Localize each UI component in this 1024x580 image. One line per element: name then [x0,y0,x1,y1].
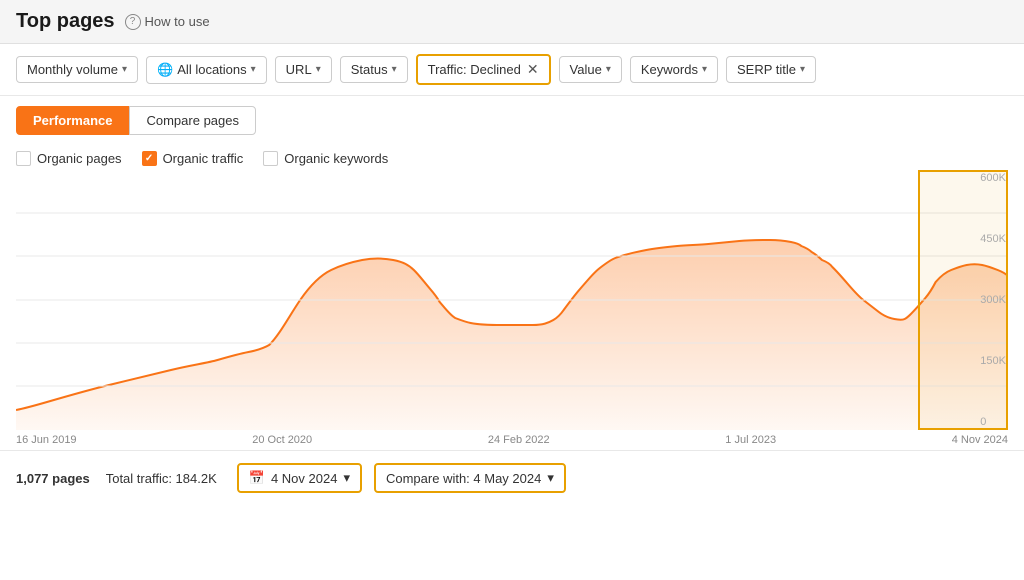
filter-label: All locations [177,62,246,77]
filter-label: Traffic: Declined [428,62,521,77]
pages-count: 1,077 pages [16,471,90,486]
total-traffic: Total traffic: 184.2K [106,471,217,486]
traffic-chart: 600K 450K 300K 150K 0 [16,170,1008,430]
how-to-use-link[interactable]: ? How to use [125,14,210,30]
filter-keywords[interactable]: Keywords ▾ [630,56,718,83]
checkbox-label-organic-pages: Organic pages [37,151,122,166]
how-to-use-label: How to use [145,14,210,29]
footer-bar: 1,077 pages Total traffic: 184.2K 📅 4 No… [0,450,1024,505]
y-label-0: 0 [980,416,1008,428]
filter-label: Keywords [641,62,698,77]
filter-value[interactable]: Value ▾ [559,56,622,83]
x-axis-labels: 16 Jun 2019 20 Oct 2020 24 Feb 2022 1 Jul 2… [0,430,1024,450]
checkbox-organic-pages[interactable]: Organic pages [16,151,122,166]
compare-date-button[interactable]: Compare with: 4 May 2024 ▾ [374,463,566,493]
filter-label: Status [351,62,388,77]
chevron-icon: ▾ [606,64,611,75]
page-header: Top pages ? How to use [0,0,1024,44]
filter-bar: Monthly volume▾🌐All locations▾URL▾Status… [0,44,1024,96]
filter-label: SERP title [737,62,796,77]
chevron-icon: ▾ [392,64,397,75]
filter-traffic-declined[interactable]: Traffic: Declined ✕ [416,54,551,85]
compare-label: Compare with: 4 May 2024 [386,471,541,486]
checkbox-organic-traffic[interactable]: Organic traffic [142,151,244,166]
x-label: 24 Feb 2022 [488,434,550,446]
tab-label: Compare pages [146,113,239,128]
checkbox-box-organic-keywords [263,151,278,166]
checkbox-label-organic-keywords: Organic keywords [284,151,388,166]
filter-close-icon[interactable]: ✕ [527,61,539,78]
filter-label: Value [570,62,602,77]
chevron-icon: ▾ [800,64,805,75]
filter-all-locations[interactable]: 🌐 All locations ▾ [146,56,267,84]
y-label-450k: 450K [980,233,1008,245]
x-label: 16 Jun 2019 [16,434,77,446]
filter-status[interactable]: Status ▾ [340,56,408,83]
checkbox-label-organic-traffic: Organic traffic [163,151,244,166]
chevron-icon: ▾ [702,64,707,75]
filter-monthly-volume[interactable]: Monthly volume ▾ [16,56,138,83]
compare-chevron: ▾ [547,470,554,486]
checkbox-box-organic-traffic [142,151,157,166]
filter-serp-title[interactable]: SERP title ▾ [726,56,816,83]
calendar-icon: 📅 [249,470,265,486]
date-picker-button[interactable]: 📅 4 Nov 2024 ▾ [237,463,362,493]
y-label-150k: 150K [980,355,1008,367]
x-label: 4 Nov 2024 [952,434,1008,446]
y-label-600k: 600K [980,172,1008,184]
x-label: 20 Oct 2020 [252,434,312,446]
chevron-icon: ▾ [251,64,256,75]
date-label: 4 Nov 2024 [271,471,338,486]
chevron-icon: ▾ [122,64,127,75]
filter-url[interactable]: URL ▾ [275,56,332,83]
date-chevron: ▾ [343,470,350,486]
chevron-icon: ▾ [316,64,321,75]
filter-label: Monthly volume [27,62,118,77]
y-label-300k: 300K [980,294,1008,306]
tab-performance[interactable]: Performance [16,106,129,135]
tab-area: Performance Compare pages [0,96,1024,145]
tab-compare-pages[interactable]: Compare pages [129,106,256,135]
checkbox-group: Organic pages Organic traffic Organic ke… [0,145,1024,170]
tab-label: Performance [33,113,112,128]
page-title: Top pages [16,10,115,33]
checkbox-box-organic-pages [16,151,31,166]
checkbox-organic-keywords[interactable]: Organic keywords [263,151,388,166]
question-icon: ? [125,14,141,30]
globe-icon: 🌐 [157,62,173,78]
x-label: 1 Jul 2023 [725,434,776,446]
filter-label: URL [286,62,312,77]
